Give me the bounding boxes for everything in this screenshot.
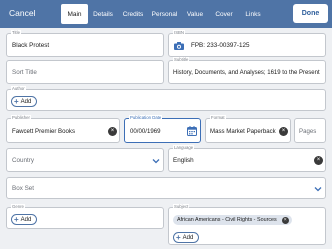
subject-chip[interactable]: African Americans - Civil Rights - Sourc… xyxy=(173,215,292,225)
pages-field[interactable]: Pages xyxy=(294,118,326,143)
tab-main[interactable]: Main xyxy=(61,4,88,24)
subject-field: Subject African Americans - Civil Rights… xyxy=(168,204,326,245)
isbn-field-value: FPB: 233-00397-125 xyxy=(191,42,250,49)
chevron-down-icon[interactable] xyxy=(152,158,160,164)
author-field: Author + Add xyxy=(6,86,326,111)
publication-date-field[interactable]: Publication Date 00/00/1969 xyxy=(124,115,201,143)
publisher-field-value: Fawcett Premier Books xyxy=(12,128,75,135)
add-genre-button[interactable]: + Add xyxy=(11,214,38,225)
tab-bar: Main Details Credits Personal Value Cove… xyxy=(61,4,267,24)
box-set-placeholder: Box Set xyxy=(12,185,35,192)
add-subject-label: Add xyxy=(182,234,194,241)
country-field[interactable]: Country xyxy=(6,148,164,172)
publication-date-label: Publication Date xyxy=(129,115,163,121)
done-button[interactable]: Done xyxy=(293,4,328,23)
tab-cover[interactable]: Cover xyxy=(209,4,239,24)
clear-format-icon[interactable]: × xyxy=(279,127,288,136)
subtitle-field-label: Subtitle xyxy=(173,57,190,63)
clear-publisher-icon[interactable]: × xyxy=(108,127,117,136)
publication-date-value: 00/00/1969 xyxy=(130,128,161,135)
genre-field-label: Genre xyxy=(11,204,25,210)
add-genre-label: Add xyxy=(20,216,32,223)
tab-details[interactable]: Details xyxy=(88,4,118,24)
remove-subject-icon[interactable]: × xyxy=(281,216,289,224)
calendar-icon[interactable] xyxy=(187,126,197,136)
title-field-value: Black Protest xyxy=(12,42,50,49)
cancel-button[interactable]: Cancel xyxy=(9,8,35,18)
top-bar: Cancel Main Details Credits Personal Val… xyxy=(0,0,332,28)
add-author-button[interactable]: + Add xyxy=(11,96,38,107)
format-field-label: Format xyxy=(210,115,226,121)
chevron-down-icon[interactable] xyxy=(314,186,322,192)
language-field-value: English xyxy=(173,157,194,164)
pages-placeholder: Pages xyxy=(299,128,317,135)
plus-icon: + xyxy=(176,232,181,242)
subtitle-field[interactable]: Subtitle History, Documents, and Analyse… xyxy=(168,57,326,84)
tab-value[interactable]: Value xyxy=(181,4,209,24)
title-field-label: Title xyxy=(11,30,21,36)
clear-language-icon[interactable]: × xyxy=(314,156,323,165)
publisher-field-label: Publisher xyxy=(11,115,31,121)
language-field[interactable]: Language English × xyxy=(168,145,326,172)
add-subject-button[interactable]: + Add xyxy=(173,232,200,243)
subtitle-field-value: History, Documents, and Analyses; 1619 t… xyxy=(173,70,320,76)
isbn-field[interactable]: ISBN FPB: 233-00397-125 xyxy=(168,30,326,57)
sort-title-field[interactable]: Sort Title xyxy=(6,60,164,84)
box-set-field[interactable]: Box Set xyxy=(6,177,326,199)
publisher-field[interactable]: Publisher Fawcett Premier Books × xyxy=(6,115,120,143)
sort-title-placeholder: Sort Title xyxy=(12,69,37,76)
title-field[interactable]: Title Black Protest xyxy=(6,30,164,57)
language-field-label: Language xyxy=(173,145,195,151)
tab-credits[interactable]: Credits xyxy=(118,4,148,24)
add-author-label: Add xyxy=(20,98,32,105)
format-field-value: Mass Market Paperback xyxy=(210,128,276,135)
isbn-field-label: ISBN xyxy=(173,30,186,36)
plus-icon: + xyxy=(14,96,19,106)
tab-links[interactable]: Links xyxy=(239,4,267,24)
country-placeholder: Country xyxy=(12,157,35,164)
tab-personal[interactable]: Personal xyxy=(148,4,181,24)
camera-icon[interactable] xyxy=(174,42,184,50)
format-field[interactable]: Format Mass Market Paperback × xyxy=(205,115,291,143)
subject-chip-label: African Americans - Civil Rights - Sourc… xyxy=(177,217,277,223)
genre-field: Genre + Add xyxy=(6,204,164,229)
author-field-label: Author xyxy=(11,86,26,92)
plus-icon: + xyxy=(14,214,19,224)
subject-field-label: Subject xyxy=(173,204,190,210)
